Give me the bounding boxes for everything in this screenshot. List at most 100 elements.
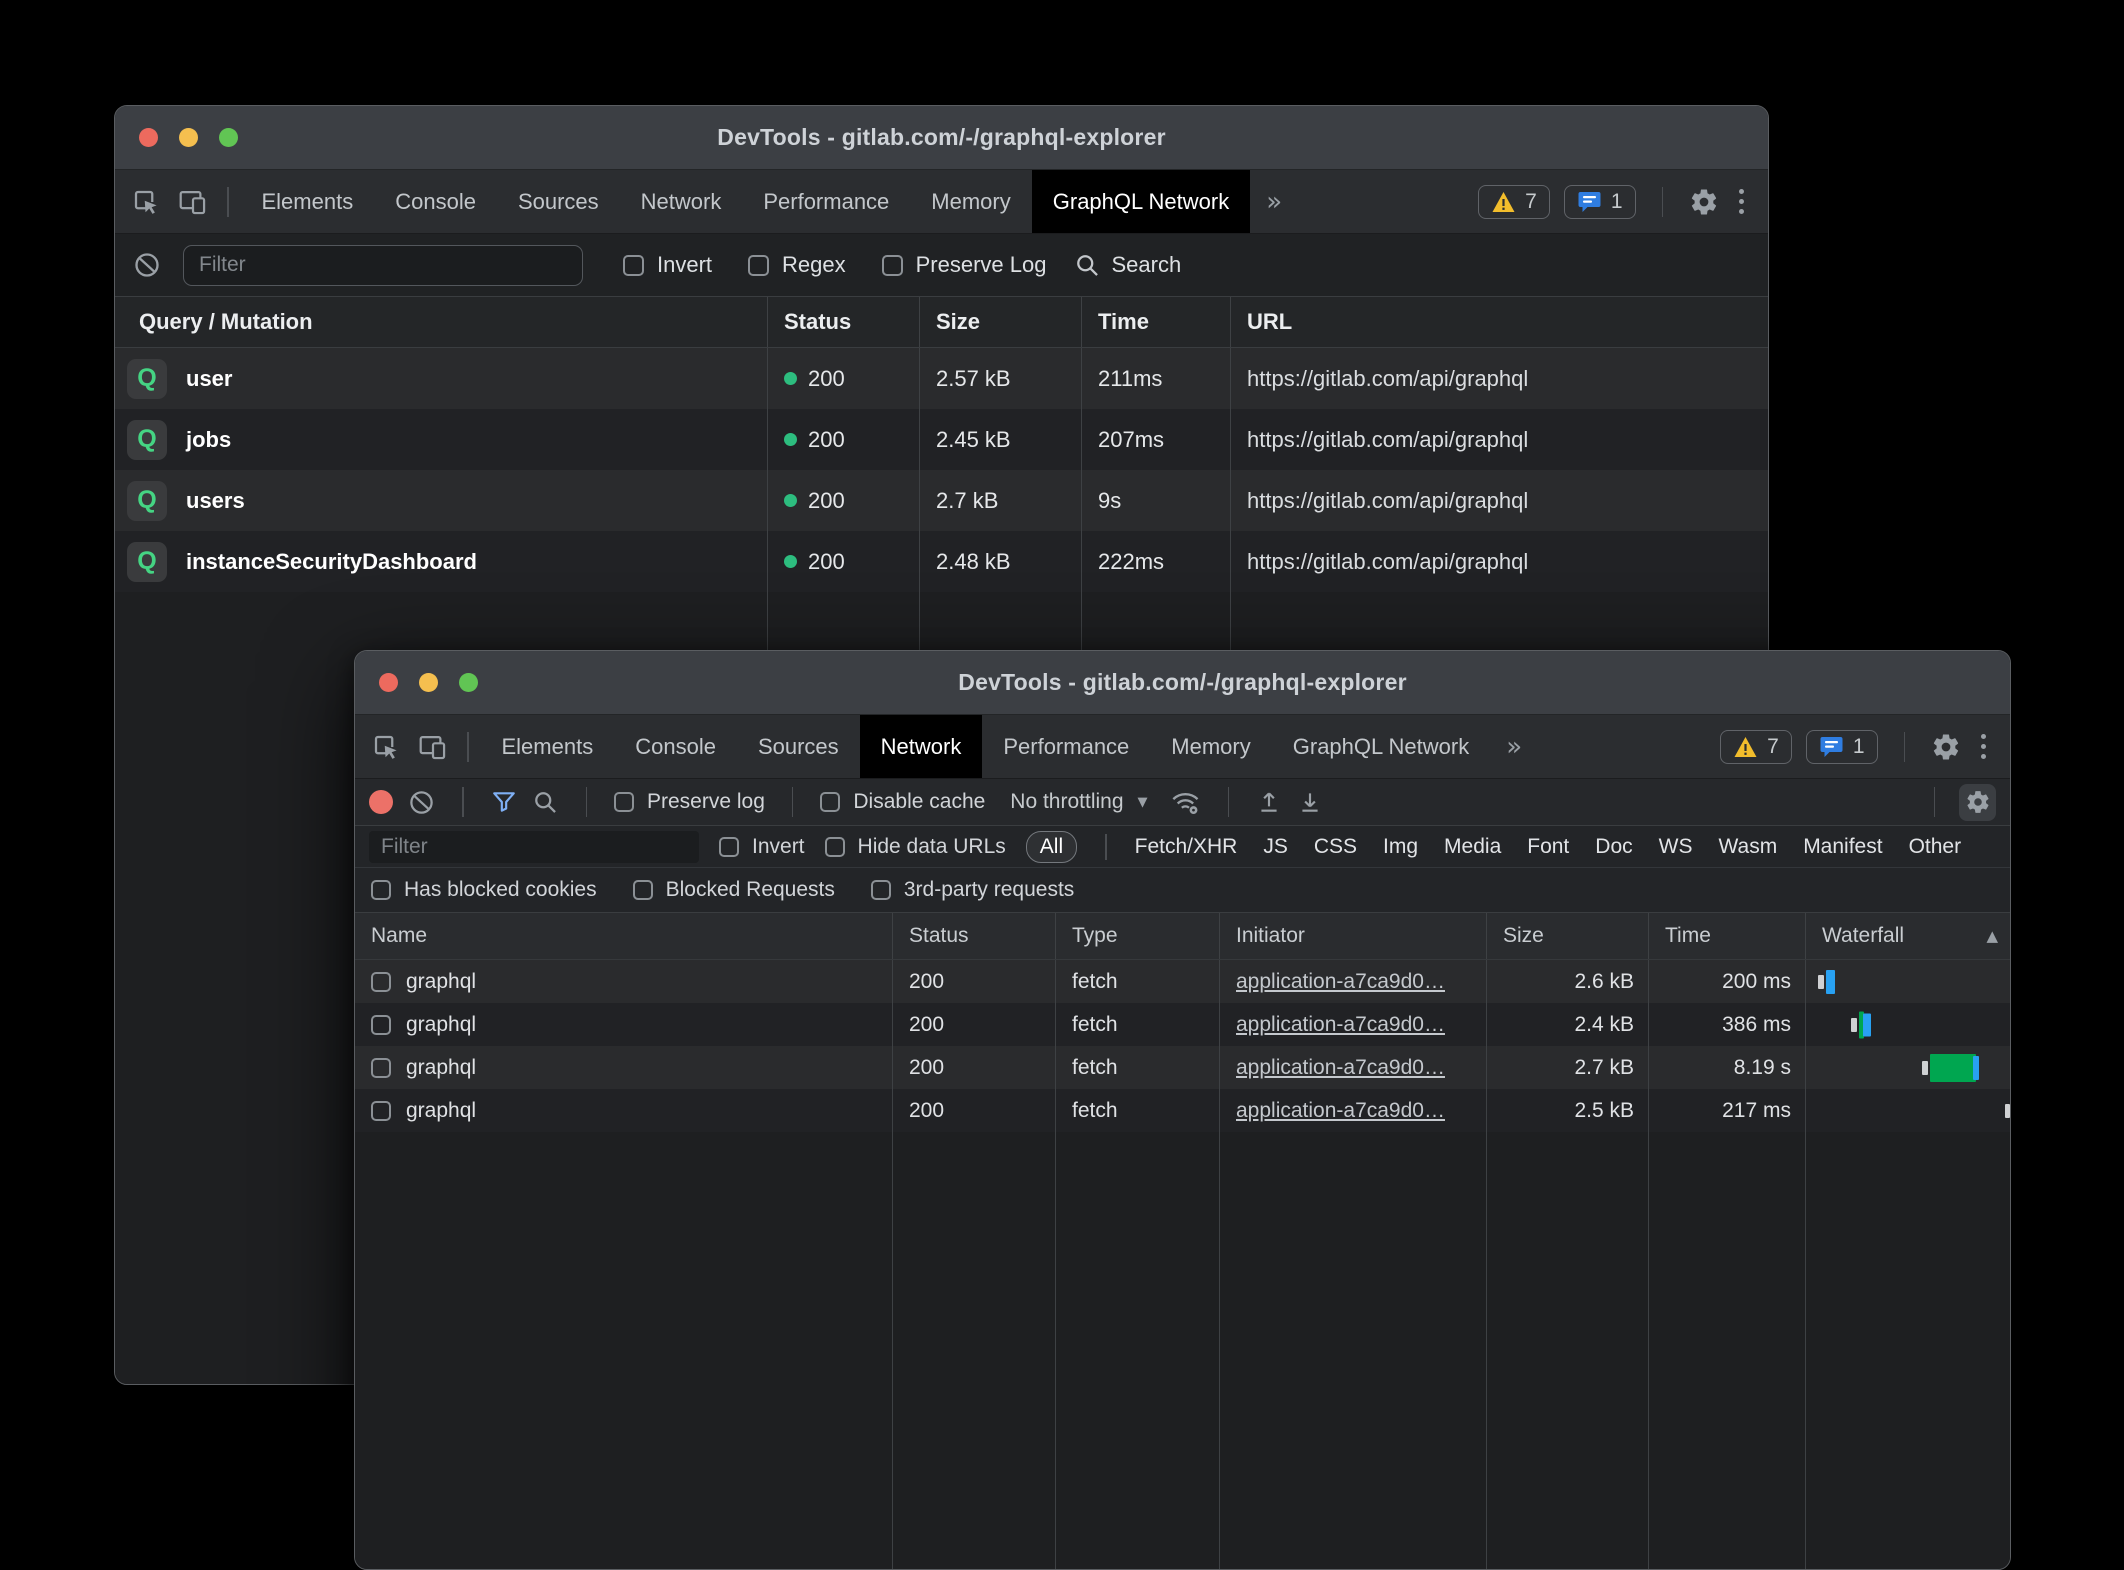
request-row[interactable]: graphql 200 fetch application-a7ca9d0… 2…: [355, 1089, 2010, 1132]
type-filter-ws[interactable]: WS: [1659, 835, 1693, 859]
type-filter-doc[interactable]: Doc: [1595, 835, 1632, 859]
tab-console[interactable]: Console: [374, 170, 497, 233]
close-button[interactable]: [379, 673, 398, 692]
tab-performance[interactable]: Performance: [982, 715, 1150, 778]
row-checkbox[interactable]: [371, 1015, 391, 1035]
blocked-requests-checkbox-group[interactable]: Blocked Requests: [633, 878, 835, 902]
type-filter-wasm[interactable]: Wasm: [1718, 835, 1777, 859]
tab-memory[interactable]: Memory: [910, 170, 1031, 233]
table-row[interactable]: QinstanceSecurityDashboard 200 2.48 kB 2…: [115, 531, 1768, 592]
tab-sources[interactable]: Sources: [497, 170, 620, 233]
hide-data-urls-checkbox-group[interactable]: Hide data URLs: [825, 835, 1006, 859]
more-tabs-icon[interactable]: »: [1490, 715, 1538, 778]
filter-funnel-icon[interactable]: [491, 789, 517, 815]
clear-icon[interactable]: [133, 251, 161, 279]
search-icon[interactable]: [532, 789, 559, 816]
type-filter-media[interactable]: Media: [1444, 835, 1501, 859]
request-row[interactable]: graphql 200 fetch application-a7ca9d0… 2…: [355, 960, 2010, 1003]
import-har-icon[interactable]: [1256, 789, 1282, 815]
tab-performance[interactable]: Performance: [742, 170, 910, 233]
type-filter-all[interactable]: All: [1026, 831, 1077, 863]
tab-network[interactable]: Network: [860, 715, 983, 778]
disable-cache-checkbox-group[interactable]: Disable cache: [820, 790, 985, 814]
initiator-link[interactable]: application-a7ca9d0…: [1236, 1056, 1445, 1080]
minimize-button[interactable]: [419, 673, 438, 692]
row-checkbox[interactable]: [371, 1058, 391, 1078]
filter-input[interactable]: [183, 245, 583, 286]
network-conditions-icon[interactable]: [1171, 788, 1201, 816]
device-toolbar-icon[interactable]: [417, 732, 449, 762]
export-har-icon[interactable]: [1297, 789, 1323, 815]
zoom-button[interactable]: [459, 673, 478, 692]
column-header-time[interactable]: Time: [1649, 913, 1806, 959]
column-header-query-mutation[interactable]: Query / Mutation: [115, 297, 768, 347]
type-filter-js[interactable]: JS: [1263, 835, 1288, 859]
disable-cache-checkbox[interactable]: [820, 792, 840, 812]
issues-badge[interactable]: 1: [1564, 185, 1636, 219]
preserve-log-checkbox-group[interactable]: Preserve Log: [882, 252, 1047, 278]
column-header-initiator[interactable]: Initiator: [1220, 913, 1487, 959]
row-checkbox[interactable]: [371, 1101, 391, 1121]
regex-checkbox-group[interactable]: Regex: [748, 252, 846, 278]
type-filter-fetch-xhr[interactable]: Fetch/XHR: [1135, 835, 1238, 859]
tab-network[interactable]: Network: [620, 170, 743, 233]
warnings-badge[interactable]: 7: [1720, 730, 1792, 764]
more-options-icon[interactable]: [1733, 189, 1750, 214]
type-filter-img[interactable]: Img: [1383, 835, 1418, 859]
column-header-status[interactable]: Status: [893, 913, 1056, 959]
type-filter-css[interactable]: CSS: [1314, 835, 1357, 859]
table-row[interactable]: Qusers 200 2.7 kB 9s https://gitlab.com/…: [115, 470, 1768, 531]
column-header-time[interactable]: Time: [1082, 297, 1231, 347]
type-filter-manifest[interactable]: Manifest: [1803, 835, 1882, 859]
throttling-dropdown[interactable]: No throttling ▼: [1010, 790, 1147, 814]
blocked-requests-checkbox[interactable]: [633, 880, 653, 900]
column-header-status[interactable]: Status: [768, 297, 920, 347]
tab-graphql-network[interactable]: GraphQL Network: [1032, 170, 1250, 233]
row-checkbox[interactable]: [371, 972, 391, 992]
tab-elements[interactable]: Elements: [481, 715, 615, 778]
has-blocked-cookies-checkbox-group[interactable]: Has blocked cookies: [371, 878, 597, 902]
initiator-link[interactable]: application-a7ca9d0…: [1236, 1013, 1445, 1037]
tab-memory[interactable]: Memory: [1150, 715, 1271, 778]
has-blocked-cookies-checkbox[interactable]: [371, 880, 391, 900]
warnings-badge[interactable]: 7: [1478, 185, 1550, 219]
titlebar[interactable]: DevTools - gitlab.com/-/graphql-explorer: [355, 651, 2010, 715]
inspect-element-icon[interactable]: [131, 187, 161, 217]
column-header-size[interactable]: Size: [1487, 913, 1649, 959]
minimize-button[interactable]: [179, 128, 198, 147]
issues-badge[interactable]: 1: [1806, 730, 1878, 764]
zoom-button[interactable]: [219, 128, 238, 147]
table-row[interactable]: Quser 200 2.57 kB 211ms https://gitlab.c…: [115, 348, 1768, 409]
column-header-waterfall[interactable]: Waterfall ▲: [1806, 913, 2010, 959]
request-row[interactable]: graphql 200 fetch application-a7ca9d0… 2…: [355, 1046, 2010, 1089]
tab-graphql-network[interactable]: GraphQL Network: [1272, 715, 1490, 778]
tab-sources[interactable]: Sources: [737, 715, 860, 778]
inspect-element-icon[interactable]: [371, 732, 401, 762]
column-header-size[interactable]: Size: [920, 297, 1082, 347]
column-header-name[interactable]: Name: [355, 913, 893, 959]
settings-gear-icon[interactable]: [1931, 732, 1961, 762]
third-party-requests-checkbox-group[interactable]: 3rd-party requests: [871, 878, 1074, 902]
clear-icon[interactable]: [408, 789, 435, 816]
regex-checkbox[interactable]: [748, 255, 769, 276]
close-button[interactable]: [139, 128, 158, 147]
more-tabs-icon[interactable]: »: [1250, 170, 1298, 233]
column-header-type[interactable]: Type: [1056, 913, 1220, 959]
invert-checkbox[interactable]: [623, 255, 644, 276]
hide-data-urls-checkbox[interactable]: [825, 837, 845, 857]
tab-elements[interactable]: Elements: [241, 170, 375, 233]
record-button[interactable]: [369, 790, 393, 814]
invert-checkbox-group[interactable]: Invert: [623, 252, 712, 278]
type-filter-font[interactable]: Font: [1527, 835, 1569, 859]
third-party-requests-checkbox[interactable]: [871, 880, 891, 900]
search-control[interactable]: Search: [1074, 252, 1181, 279]
more-options-icon[interactable]: [1975, 734, 1992, 759]
preserve-log-checkbox-group[interactable]: Preserve log: [614, 790, 765, 814]
invert-checkbox-group[interactable]: Invert: [719, 835, 805, 859]
table-row[interactable]: Qjobs 200 2.45 kB 207ms https://gitlab.c…: [115, 409, 1768, 470]
initiator-link[interactable]: application-a7ca9d0…: [1236, 970, 1445, 994]
request-row[interactable]: graphql 200 fetch application-a7ca9d0… 2…: [355, 1003, 2010, 1046]
filter-input[interactable]: [369, 831, 699, 863]
type-filter-other[interactable]: Other: [1909, 835, 1962, 859]
invert-checkbox[interactable]: [719, 837, 739, 857]
